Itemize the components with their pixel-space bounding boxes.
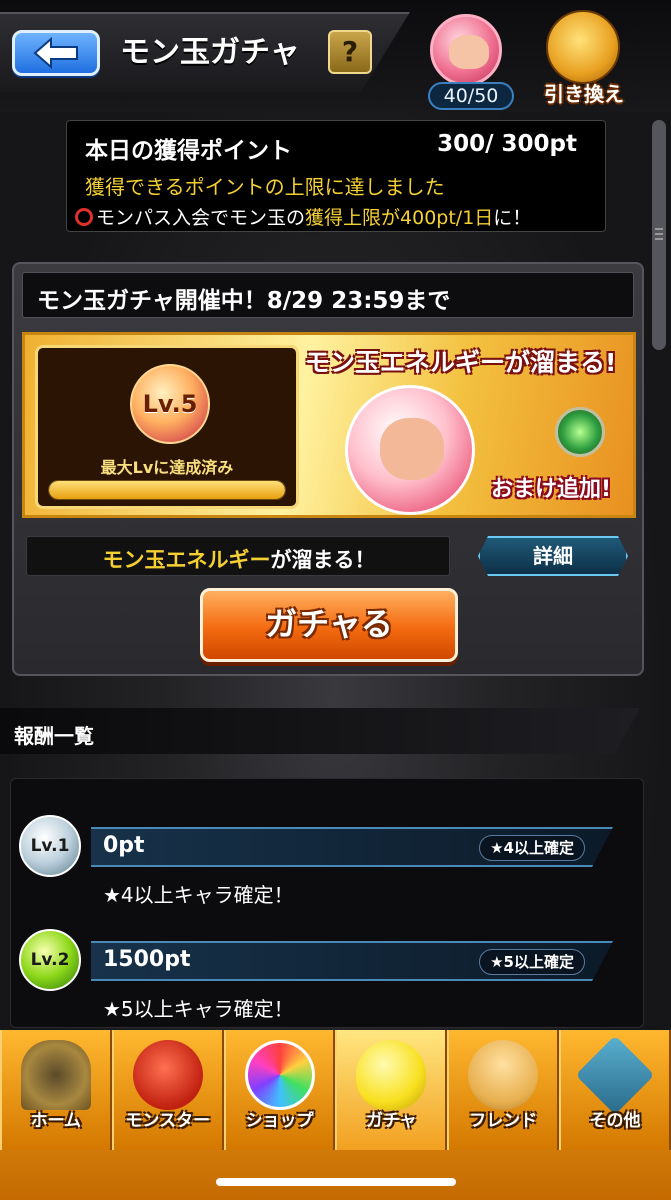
bonus-label: おまけ追加! bbox=[491, 477, 612, 502]
exchange-button-label[interactable]: 引き換え bbox=[536, 80, 632, 108]
energy-text: モン玉エネルギーが溜まる！ bbox=[27, 544, 451, 574]
nav-label-gacha: ガチャ bbox=[365, 1111, 417, 1131]
promo-suffix: に！ bbox=[493, 207, 532, 229]
nav-label-monster: モンスター bbox=[125, 1111, 211, 1131]
home-indicator[interactable] bbox=[216, 1178, 456, 1186]
rewards-title: 報酬一覧 bbox=[14, 724, 94, 748]
help-button[interactable]: ? bbox=[328, 30, 372, 74]
event-title: モン玉ガチャ開催中！8/29 23:59まで bbox=[37, 288, 451, 314]
banner-headline: モン玉エネルギーが溜まる! bbox=[305, 348, 617, 377]
friends-icon bbox=[468, 1040, 539, 1110]
other-icon bbox=[575, 1035, 655, 1115]
reward-points: 0pt bbox=[103, 833, 145, 858]
gacha-egg-icon bbox=[356, 1040, 427, 1110]
promo-prefix: モンパス入会でモン玉の bbox=[96, 207, 306, 229]
gacha-banner[interactable]: Lv.5 最大Lvに達成済み モン玉エネルギーが溜まる! おまけ追加! bbox=[22, 332, 636, 518]
monpass-icon bbox=[75, 208, 93, 226]
monball-count: 40/50 bbox=[428, 82, 514, 110]
back-button[interactable] bbox=[12, 30, 100, 76]
rewards-list: Lv.1 0pt ★4以上確定 ★4以上キャラ確定！ Lv.2 1500pt ★… bbox=[10, 778, 644, 1028]
reward-description: ★4以上キャラ確定！ bbox=[103, 883, 294, 907]
monball-icon[interactable] bbox=[430, 14, 502, 86]
points-limit-message: 獲得できるポイントの上限に達しました bbox=[85, 175, 445, 199]
energy-bar: モン玉エネルギーが溜まる！ bbox=[26, 536, 450, 576]
nav-item-other[interactable]: その他 bbox=[559, 1030, 671, 1150]
gacha-button[interactable]: ガチャる bbox=[200, 588, 458, 662]
page-title: モン玉ガチャ bbox=[120, 35, 300, 70]
rainbow-orb-icon bbox=[244, 1040, 315, 1110]
rewards-header: 報酬一覧 bbox=[0, 708, 640, 754]
nav-label-home: ホーム bbox=[30, 1111, 82, 1131]
points-label: 本日の獲得ポイント bbox=[85, 138, 292, 164]
energy-suffix: が溜まる！ bbox=[270, 548, 376, 572]
points-value: 300/ 300pt bbox=[437, 131, 577, 157]
monball-egg-icon bbox=[345, 385, 475, 515]
back-arrow-icon bbox=[33, 37, 78, 69]
reward-tag: ★4以上確定 bbox=[479, 835, 585, 861]
reward-points: 1500pt bbox=[103, 947, 191, 972]
dragon-icon bbox=[132, 1040, 203, 1110]
egg-character bbox=[380, 418, 444, 480]
monpass-promo[interactable]: モンパス入会でモン玉の獲得上限が400pt/1日に！ bbox=[75, 203, 531, 230]
nav-item-home[interactable]: ホーム bbox=[0, 1030, 112, 1150]
nav-label-friend: フレンド bbox=[469, 1111, 538, 1131]
monball-character bbox=[449, 35, 489, 69]
bottom-nav: ホーム モンスター ショップ ガチャ フレンド その他 bbox=[0, 1030, 671, 1200]
level-progress-bar bbox=[48, 480, 286, 500]
reward-row-lv2: Lv.2 1500pt ★5以上確定 ★5以上キャラ確定！ bbox=[11, 913, 645, 1023]
reward-bar: 1500pt ★5以上確定 bbox=[91, 941, 613, 981]
scrollbar[interactable] bbox=[652, 120, 666, 350]
energy-highlight: モン玉エネルギー bbox=[102, 548, 271, 572]
detail-button[interactable]: 詳細 bbox=[478, 536, 628, 576]
home-gate-icon bbox=[20, 1040, 91, 1110]
level-progress-fill bbox=[49, 481, 285, 499]
reward-row-lv1: Lv.1 0pt ★4以上確定 ★4以上キャラ確定！ bbox=[11, 799, 645, 909]
promo-highlight: 獲得上限が400pt/1日 bbox=[305, 207, 494, 229]
nav-item-shop[interactable]: ショップ bbox=[223, 1030, 336, 1150]
reward-description: ★5以上キャラ確定！ bbox=[103, 997, 294, 1021]
nav-item-friend[interactable]: フレンド bbox=[447, 1030, 560, 1150]
nav-label-other: その他 bbox=[589, 1111, 641, 1131]
level-orb: Lv.5 bbox=[130, 364, 210, 444]
level-1-orb-icon: Lv.1 bbox=[19, 815, 81, 877]
nav-item-monster[interactable]: モンスター bbox=[111, 1030, 224, 1150]
nav-label-shop: ショップ bbox=[245, 1111, 314, 1131]
reward-tag: ★5以上確定 bbox=[479, 949, 585, 975]
header: モン玉ガチャ ? 40/50 引き換え bbox=[0, 0, 671, 112]
nav-strip: ホーム モンスター ショップ ガチャ フレンド その他 bbox=[0, 1030, 671, 1150]
scroll-grip bbox=[655, 228, 663, 230]
level-card: Lv.5 最大Lvに達成済み bbox=[35, 345, 299, 509]
daily-points-box: 本日の獲得ポイント 300/ 300pt 獲得できるポイントの上限に達しました … bbox=[66, 120, 606, 232]
bonus-gem-icon bbox=[555, 407, 605, 457]
event-bar: モン玉ガチャ開催中！8/29 23:59まで bbox=[22, 272, 634, 318]
gacha-panel: モン玉ガチャ開催中！8/29 23:59まで Lv.5 最大Lvに達成済み モン… bbox=[12, 262, 644, 676]
exchange-character-icon[interactable] bbox=[546, 10, 620, 84]
nav-item-gacha[interactable]: ガチャ bbox=[335, 1030, 448, 1150]
reward-bar: 0pt ★4以上確定 bbox=[91, 827, 613, 867]
level-status: 最大Lvに達成済み bbox=[100, 458, 234, 477]
level-2-orb-icon: Lv.2 bbox=[19, 929, 81, 991]
